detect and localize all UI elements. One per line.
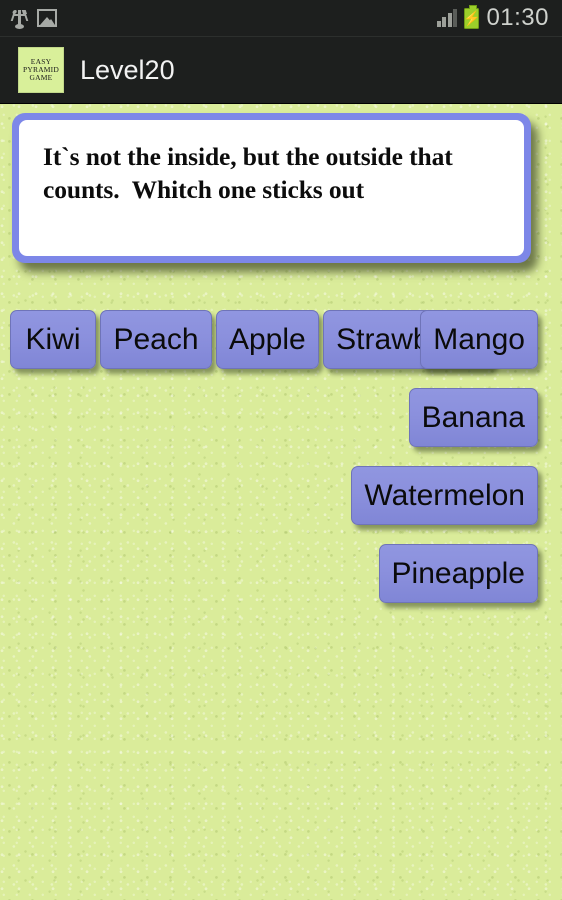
answer-button-kiwi[interactable]: Kiwi [10,310,96,369]
status-bar-left-icons [0,7,57,29]
answer-button-mango[interactable]: Mango [420,310,538,369]
answer-column-right: Mango Banana Watermelon Pineapple [351,310,538,622]
picture-icon [37,9,57,27]
riddle-card: It`s not the inside, but the outside tha… [12,113,531,263]
app-logo-line-3: GAME [29,73,53,83]
status-bar-clock: 01:30 [486,4,549,31]
signal-bars-icon [436,9,458,27]
status-bar: ⚡ 01:30 [0,0,562,37]
answer-button-peach[interactable]: Peach [100,310,212,369]
riddle-text: It`s not the inside, but the outside tha… [43,142,459,204]
answer-button-pineapple[interactable]: Pineapple [378,544,538,603]
riddle-panel: It`s not the inside, but the outside tha… [19,120,524,256]
answer-button-apple[interactable]: Apple [215,310,319,369]
status-bar-right-icons: ⚡ 01:30 [436,4,562,32]
page-title: Level20 [80,54,175,85]
action-bar: EASY PYRAMID GAME Level20 [0,37,562,103]
app-logo-icon: EASY PYRAMID GAME [18,47,64,93]
app-screen: ⚡ 01:30 EASY PYRAMID GAME Level20 It`s n… [0,0,562,900]
answer-button-banana[interactable]: Banana [408,388,538,447]
answer-button-watermelon[interactable]: Watermelon [351,466,538,525]
usb-icon [10,7,29,29]
battery-charging-icon: ⚡ [463,4,481,29]
